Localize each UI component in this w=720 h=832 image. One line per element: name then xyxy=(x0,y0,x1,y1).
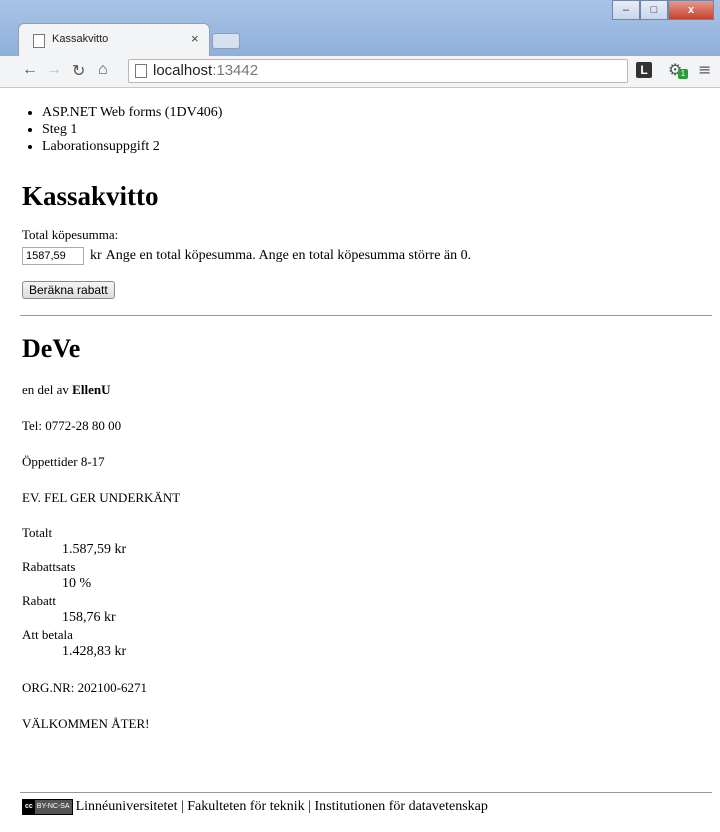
close-window-button[interactable]: x xyxy=(668,0,714,20)
tab-title: Kassakvitto xyxy=(52,33,109,45)
validation-message: Ange en total köpesumma. Ange en total k… xyxy=(105,248,472,263)
breadcrumb: ASP.NET Web forms (1DV406) Steg 1 Labora… xyxy=(22,104,712,155)
forward-arrow-icon[interactable]: → xyxy=(46,61,62,79)
amount-input[interactable] xyxy=(22,247,84,265)
footer-divider xyxy=(20,792,712,793)
part-of-prefix: en del av xyxy=(22,382,69,397)
title-bar: Kassakvitto × – □ x xyxy=(0,0,720,57)
new-tab-button[interactable] xyxy=(212,33,240,49)
license-label: BY-NC-SA xyxy=(34,800,72,814)
phone-line: Tel: 0772-28 80 00 xyxy=(22,418,122,433)
cc-icon: cc xyxy=(23,800,35,814)
back-arrow-icon[interactable]: ← xyxy=(22,61,38,79)
summary-value: 1.428,83 kr xyxy=(62,644,127,659)
minimize-button[interactable]: – xyxy=(612,0,640,20)
summary-label: Rabatt xyxy=(22,593,56,608)
notification-badge: 1 xyxy=(678,69,688,79)
page-icon xyxy=(135,64,147,78)
warning-line: EV. FEL GER UNDERKÄNT xyxy=(22,490,181,505)
receipt: DeVe en del av EllenU Tel: 0772-28 80 00… xyxy=(22,334,712,732)
amount-label: Total köpesumma: xyxy=(22,227,119,242)
breadcrumb-item: Steg 1 xyxy=(42,121,712,138)
extension-l-icon[interactable]: L xyxy=(636,62,652,78)
browser-tab[interactable]: Kassakvitto × xyxy=(18,23,210,57)
address-bar[interactable]: localhost:13442 xyxy=(128,59,628,83)
window-controls: – □ x xyxy=(612,0,714,20)
page-title: Kassakvitto xyxy=(22,181,159,211)
summary-value: 1.587,59 kr xyxy=(62,542,127,557)
browser-window: Kassakvitto × – □ x ← → ↻ ⌂ localhost:13… xyxy=(0,0,720,832)
footer-text: Linnéuniversitetet | Fakulteten för tekn… xyxy=(75,799,488,814)
receipt-summary: Totalt 1.587,59 kr Rabattsats 10 % Rabat… xyxy=(22,524,712,660)
maximize-button[interactable]: □ xyxy=(640,0,668,20)
url-text: localhost:13442 xyxy=(153,62,259,79)
part-of-name: EllenU xyxy=(72,382,111,397)
reload-icon[interactable]: ↻ xyxy=(72,61,85,81)
summary-value: 158,76 kr xyxy=(62,610,116,625)
welcome-line: VÄLKOMMEN ÅTER! xyxy=(22,716,150,731)
part-of-line: en del av EllenU xyxy=(22,382,712,398)
settings-gear-icon[interactable]: ⚙ 1 xyxy=(668,60,688,79)
summary-label: Totalt xyxy=(22,525,53,540)
hours-line: Öppettider 8-17 xyxy=(22,454,105,469)
divider xyxy=(20,315,712,316)
org-number: ORG.NR: 202100-6271 xyxy=(22,680,147,695)
page-icon xyxy=(33,34,45,48)
page-content: ASP.NET Web forms (1DV406) Steg 1 Labora… xyxy=(20,88,712,732)
store-name: DeVe xyxy=(22,334,81,363)
calculate-discount-button[interactable]: Beräkna rabatt xyxy=(22,281,115,299)
summary-label: Rabattsats xyxy=(22,559,76,574)
browser-toolbar: ← → ↻ ⌂ localhost:13442 L ⚙ 1 ≡ xyxy=(0,56,720,88)
footer: cc BY-NC-SA Linnéuniversitetet | Fakultet… xyxy=(22,799,714,815)
breadcrumb-item: ASP.NET Web forms (1DV406) xyxy=(42,104,712,121)
summary-label: Att betala xyxy=(22,627,73,642)
amount-row: kr Ange en total köpesumma. Ange en tota… xyxy=(22,247,712,265)
currency-label: kr xyxy=(90,248,102,263)
home-icon[interactable]: ⌂ xyxy=(98,61,108,79)
breadcrumb-item: Laborationsuppgift 2 xyxy=(42,138,712,155)
summary-value: 10 % xyxy=(62,576,92,591)
license-badge[interactable]: cc BY-NC-SA xyxy=(22,799,73,815)
tab-close-icon[interactable]: × xyxy=(191,31,199,46)
menu-icon[interactable]: ≡ xyxy=(698,60,711,79)
